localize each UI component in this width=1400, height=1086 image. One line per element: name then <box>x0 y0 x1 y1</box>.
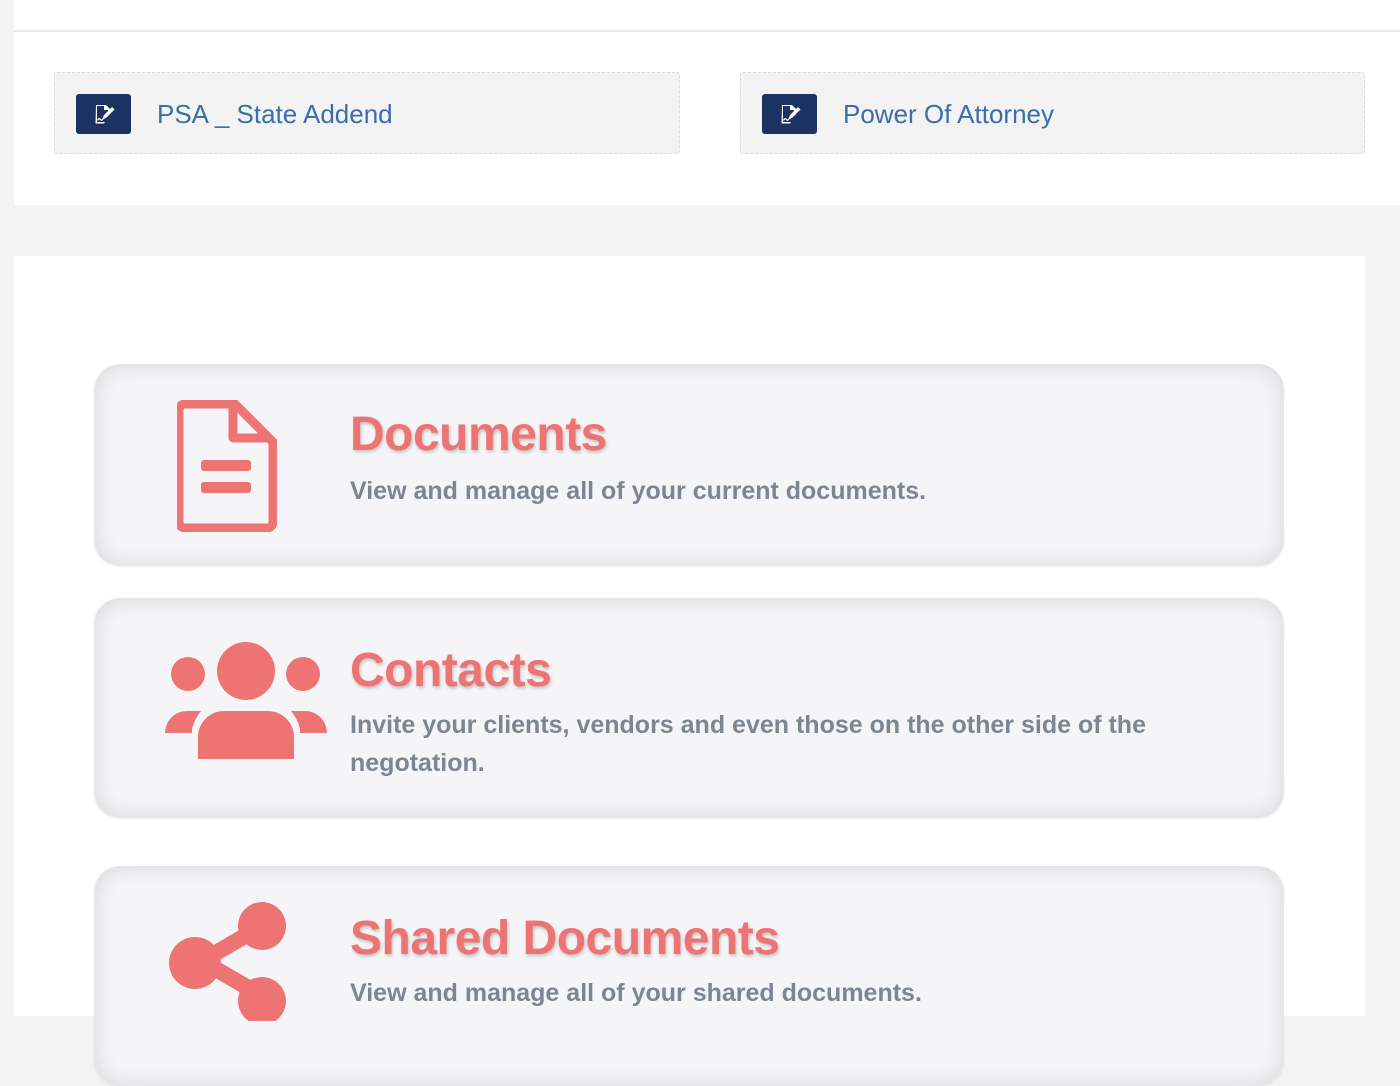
recent-document-power-of-attorney[interactable]: Power Of Attorney <box>740 72 1365 154</box>
users-icon <box>163 641 329 764</box>
card-title: Shared Documents <box>350 912 780 965</box>
recent-document-label: Power Of Attorney <box>843 98 1054 129</box>
signed-document-icon <box>76 94 131 134</box>
recent-document-label: PSA _ State Addend <box>157 98 393 129</box>
shared-documents-card[interactable]: Shared Documents View and manage all of … <box>94 866 1284 1086</box>
contacts-card[interactable]: Contacts Invite your clients, vendors an… <box>94 598 1284 818</box>
card-description: Invite your clients, vendors and even th… <box>350 711 1146 777</box>
card-description: View and manage all of your current docu… <box>350 477 927 505</box>
card-title: Documents <box>350 408 607 461</box>
signed-document-icon <box>762 94 817 134</box>
share-icon <box>167 901 287 1026</box>
main-menu-panel: Documents View and manage all of your cu… <box>14 256 1365 1086</box>
card-title: Contacts <box>350 644 552 697</box>
documents-card[interactable]: Documents View and manage all of your cu… <box>94 364 1284 566</box>
recent-document-psa-state-addend[interactable]: PSA _ State Addend <box>54 72 680 154</box>
card-description: View and manage all of your shared docum… <box>350 979 922 1007</box>
document-icon <box>174 399 278 537</box>
recent-documents-panel: PSA _ State Addend Power Of Attorney <box>14 0 1400 205</box>
header-strip <box>14 0 1400 32</box>
